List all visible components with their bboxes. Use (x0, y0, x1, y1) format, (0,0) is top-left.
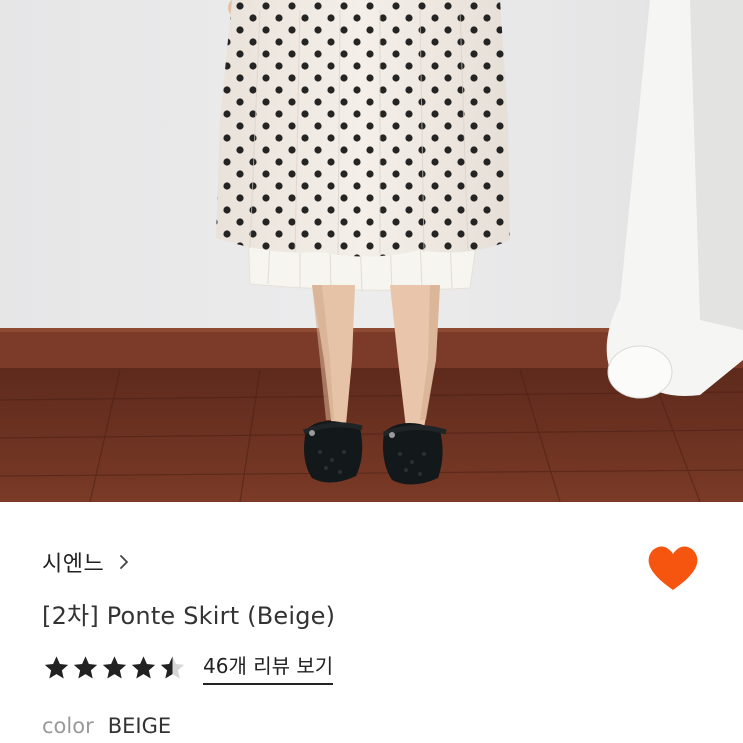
color-label: color (42, 714, 94, 738)
color-option: color BEIGE (42, 714, 171, 738)
star-filled-icon (71, 654, 100, 682)
star-half-icon (158, 654, 187, 682)
product-title: [2차] Ponte Skirt (Beige) (42, 602, 336, 630)
product-image (0, 0, 743, 502)
star-rating (42, 654, 187, 682)
wishlist-heart-button[interactable] (645, 540, 701, 596)
heart-icon (648, 546, 698, 590)
brand-name: 시엔느 (42, 552, 105, 577)
star-filled-icon (100, 654, 129, 682)
star-filled-icon (42, 654, 71, 682)
star-filled-icon (129, 654, 158, 682)
view-reviews-link[interactable]: 46개 리뷰 보기 (203, 650, 334, 685)
rating-row: 46개 리뷰 보기 (42, 650, 334, 685)
brand-link[interactable]: 시엔느 (42, 546, 132, 578)
product-photo-illustration (0, 0, 743, 502)
product-info-panel: 시엔느 [2차] Ponte Skirt (Beige) 46개 리뷰 보기 c… (0, 502, 743, 743)
chevron-right-icon (116, 554, 132, 570)
color-value: BEIGE (107, 714, 172, 738)
